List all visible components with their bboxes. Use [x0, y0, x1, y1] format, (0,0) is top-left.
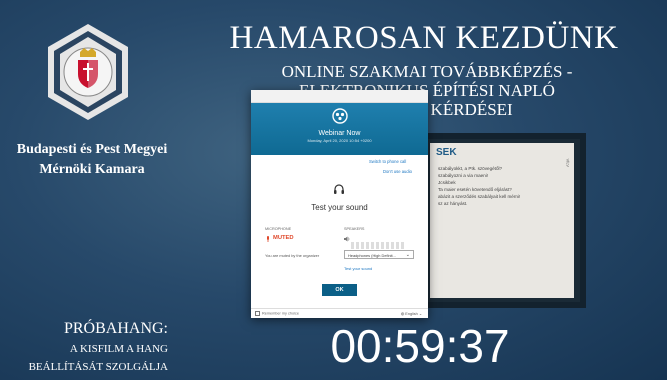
- speakers-label: SPEAKERS: [344, 227, 365, 231]
- muted-note: You are muted by the organizer: [265, 253, 320, 258]
- language-value: English: [405, 312, 418, 316]
- slide-preview: SEK szabályokkt, a Ptk. szövegétől? szab…: [418, 133, 586, 308]
- slide-line: Ta maier esetén követendő eljárást?: [438, 187, 512, 192]
- speaker-device-select[interactable]: Headphones (High Definit... ⌄: [344, 250, 414, 259]
- dialog-app-title: Webinar Now: [318, 130, 361, 137]
- webex-logo-icon: [331, 108, 348, 124]
- chevron-down-icon: ⌄: [418, 312, 422, 316]
- slide-line: sz az hányást.: [438, 201, 468, 206]
- probe-line-3: BEÁLLÍTÁSÁT SZOLGÁLJA: [28, 361, 168, 373]
- org-line-1: Budapesti és Pest Megyei: [16, 142, 168, 157]
- muted-status: MUTED: [273, 235, 294, 241]
- test-sound-link[interactable]: Test your sound: [344, 266, 372, 271]
- audio-connection-dialog: Webinar Now Monday, April 20, 2020 10:54…: [251, 90, 428, 318]
- chamber-logo: [48, 24, 128, 120]
- checkbox-box: [255, 311, 260, 316]
- language-select[interactable]: ◍ English ⌄: [401, 311, 422, 316]
- dont-use-audio-link[interactable]: Don't use audio: [383, 169, 412, 174]
- dialog-date: Monday, April 20, 2020 10:54 +0200: [307, 138, 372, 143]
- ok-button[interactable]: OK: [322, 284, 357, 296]
- dialog-header: Webinar Now Monday, April 20, 2020 10:54…: [251, 103, 428, 155]
- dialog-titlebar: [251, 90, 428, 103]
- microphone-label: MICROPHONE: [265, 227, 292, 231]
- org-line-2: Mérnöki Kamara: [39, 162, 145, 177]
- slide-line: szabályokkt, a Ptk. szövegétől?: [438, 166, 503, 171]
- slide-side-text: VÍLV: [565, 158, 570, 167]
- switch-to-phone-link[interactable]: Switch to phone call: [369, 159, 406, 164]
- remember-choice-label: Remember my choice: [262, 311, 299, 316]
- microphone-icon: [267, 236, 269, 242]
- slide-text: szabályokkt, a Ptk. szövegétől? szabályo…: [438, 165, 520, 207]
- speaker-icon: [344, 236, 350, 242]
- remember-choice-checkbox[interactable]: Remember my choice: [255, 311, 299, 316]
- subtitle-line-1: ONLINE SZAKMAI TOVÁBBKÉPZÉS -: [281, 62, 573, 81]
- probe-line-2: A KISFILM A HANG: [69, 343, 168, 355]
- slide-heading: SEK: [436, 147, 457, 158]
- page-title: HAMAROSAN KEZDÜNK: [229, 20, 619, 56]
- headset-icon: [334, 184, 344, 194]
- slide-line: Jcsikbek: [438, 180, 456, 185]
- chevron-down-icon: ⌄: [405, 252, 410, 258]
- slide-line: abázit a szerződés szabályait kell mérni…: [438, 194, 521, 199]
- countdown-timer: 00:59:37: [330, 320, 510, 372]
- probe-line-1: PRÓBAHANG:: [63, 320, 168, 337]
- test-sound-title: Test your sound: [311, 203, 368, 212]
- slide-content: SEK szabályokkt, a Ptk. szövegétől? szab…: [430, 143, 574, 298]
- dialog-footer: Remember my choice ◍ English ⌄: [251, 308, 428, 318]
- globe-icon: ◍: [400, 312, 405, 316]
- slide-line: szabályozni a via maeni!: [438, 173, 489, 178]
- organization-name: Budapesti és Pest Megyei Mérnöki Kamara: [8, 140, 176, 180]
- speaker-device-value: Headphones (High Definit...: [348, 253, 396, 258]
